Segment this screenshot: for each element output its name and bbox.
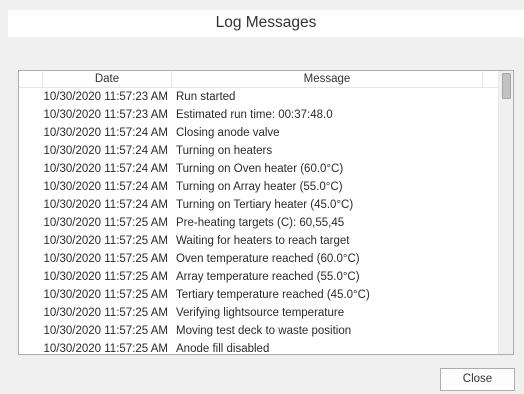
column-header-message[interactable]: Message — [172, 71, 482, 87]
cell-message: Run started — [176, 91, 236, 103]
table-row[interactable]: 10/30/2020 11:57:25 AM Tertiary temperatu… — [19, 286, 500, 304]
cell-message: Verifying lightsource temperature — [176, 307, 345, 319]
scrollbar-thumb[interactable] — [502, 73, 511, 99]
cell-date: 10/30/2020 11:57:24 AM — [43, 145, 168, 157]
log-messages-dialog: Log Messages Date Message 10/30/2020 11:… — [0, 0, 524, 394]
list-header: Date Message — [19, 71, 500, 88]
table-row[interactable]: 10/30/2020 11:57:25 AM Waiting for heater… — [19, 232, 500, 250]
cell-date: 10/30/2020 11:57:25 AM — [43, 343, 168, 355]
table-row[interactable]: 10/30/2020 11:57:25 AM Array temperature … — [19, 268, 500, 286]
cell-message: Oven temperature reached (60.0°C) — [176, 253, 360, 265]
table-row[interactable]: 10/30/2020 11:57:25 AM Moving test deck t… — [19, 322, 500, 340]
cell-date: 10/30/2020 11:57:25 AM — [43, 235, 168, 247]
cell-message: Array temperature reached (55.0°C) — [176, 271, 360, 283]
cell-date: 10/30/2020 11:57:25 AM — [43, 289, 168, 301]
cell-message: Tertiary temperature reached (45.0°C) — [176, 289, 370, 301]
cell-message: Turning on Array heater (55.0°C) — [176, 181, 343, 193]
cell-date: 10/30/2020 11:57:23 AM — [43, 109, 168, 121]
cell-message: Anode fill disabled — [176, 343, 270, 355]
table-row[interactable]: 10/30/2020 11:57:24 AM Turning on Array h… — [19, 178, 500, 196]
cell-message: Pre-heating targets (C): 60,55,45 — [176, 217, 345, 229]
dialog-title: Log Messages — [8, 10, 524, 37]
cell-date: 10/30/2020 11:57:24 AM — [43, 163, 168, 175]
table-row[interactable]: 10/30/2020 11:57:25 AM Pre-heating target… — [19, 214, 500, 232]
table-row[interactable]: 10/30/2020 11:57:25 AM Anode fill disable… — [19, 340, 500, 355]
cell-message: Estimated run time: 00:37:48.0 — [176, 109, 333, 121]
cell-date: 10/30/2020 11:57:25 AM — [43, 217, 168, 229]
cell-date: 10/30/2020 11:57:23 AM — [43, 91, 168, 103]
cell-message: Closing anode valve — [176, 127, 280, 139]
cell-date: 10/30/2020 11:57:25 AM — [43, 271, 168, 283]
cell-message: Turning on Oven heater (60.0°C) — [176, 163, 344, 175]
table-row[interactable]: 10/30/2020 11:57:24 AM Turning on heaters — [19, 142, 500, 160]
table-row[interactable]: 10/30/2020 11:57:24 AM Closing anode valv… — [19, 124, 500, 142]
header-spacer — [19, 71, 43, 87]
column-header-date[interactable]: Date — [43, 71, 172, 87]
cell-date: 10/30/2020 11:57:24 AM — [43, 199, 168, 211]
cell-date: 10/30/2020 11:57:25 AM — [43, 253, 168, 265]
table-row[interactable]: 10/30/2020 11:57:25 AM Verifying lightsou… — [19, 304, 500, 322]
table-row[interactable]: 10/30/2020 11:57:23 AM Estimated run time… — [19, 106, 500, 124]
cell-message: Turning on heaters — [176, 145, 273, 157]
cell-date: 10/30/2020 11:57:25 AM — [43, 307, 168, 319]
close-button[interactable]: Close — [440, 368, 515, 391]
table-row[interactable]: 10/30/2020 11:57:24 AM Turning on Oven he… — [19, 160, 500, 178]
cell-message: Waiting for heaters to reach target — [176, 235, 350, 247]
table-row[interactable]: 10/30/2020 11:57:25 AM Oven temperature r… — [19, 250, 500, 268]
cell-date: 10/30/2020 11:57:24 AM — [43, 127, 168, 139]
cell-message: Moving test deck to waste position — [176, 325, 352, 337]
vertical-scrollbar[interactable] — [498, 71, 513, 354]
log-rows: 10/30/2020 11:57:23 AM Run started 10/30/2… — [19, 88, 500, 355]
cell-message: Turning on Tertiary heater (45.0°C) — [176, 199, 354, 211]
table-row[interactable]: 10/30/2020 11:57:23 AM Run started — [19, 88, 500, 106]
log-list-view[interactable]: Date Message 10/30/2020 11:57:23 AM Run s… — [18, 70, 514, 355]
table-row[interactable]: 10/30/2020 11:57:24 AM Turning on Tertiar… — [19, 196, 500, 214]
cell-date: 10/30/2020 11:57:24 AM — [43, 181, 168, 193]
cell-date: 10/30/2020 11:57:25 AM — [43, 325, 168, 337]
